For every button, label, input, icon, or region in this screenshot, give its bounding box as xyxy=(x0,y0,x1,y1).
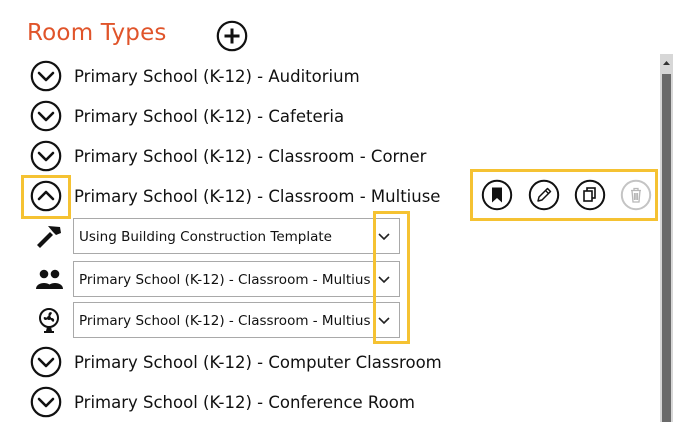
room-type-row[interactable]: Primary School (K-12) - Cafeteria xyxy=(30,99,344,133)
room-type-label: Primary School (K-12) - Conference Room xyxy=(74,392,415,412)
dropdown-highlight xyxy=(373,211,410,344)
construction-template-select[interactable]: Using Building Construction Template xyxy=(73,218,400,254)
room-type-label: Primary School (K-12) - Auditorium xyxy=(74,66,360,86)
add-room-type-button[interactable] xyxy=(216,20,248,52)
occupancy-value: Primary School (K-12) - Classroom - Mult… xyxy=(79,272,370,288)
expand-chevron-icon[interactable] xyxy=(30,100,62,132)
expand-chevron-icon[interactable] xyxy=(30,386,62,418)
room-type-label: Primary School (K-12) - Computer Classro… xyxy=(74,352,442,372)
copy-button[interactable] xyxy=(574,179,606,211)
bookmark-button[interactable] xyxy=(481,179,513,211)
room-type-actions xyxy=(470,169,658,221)
occupancy-select[interactable]: Primary School (K-12) - Classroom - Mult… xyxy=(73,261,400,297)
people-icon xyxy=(36,269,63,289)
hvac-detail: Primary School (K-12) - Classroom - Mult… xyxy=(30,302,410,338)
scrollbar-thumb[interactable] xyxy=(662,74,671,422)
room-type-label: Primary School (K-12) - Classroom - Corn… xyxy=(74,146,427,166)
hvac-select[interactable]: Primary School (K-12) - Classroom - Mult… xyxy=(73,302,400,338)
construction-detail: Using Building Construction Template xyxy=(30,218,410,254)
expand-chevron-icon[interactable] xyxy=(30,346,62,378)
room-type-row[interactable]: Primary School (K-12) - Computer Classro… xyxy=(30,345,442,379)
scroll-up-arrow-icon[interactable] xyxy=(660,54,673,72)
hammer-icon xyxy=(37,226,61,248)
delete-button[interactable] xyxy=(620,179,652,211)
hvac-value: Primary School (K-12) - Classroom - Mult… xyxy=(79,313,370,329)
expand-chevron-icon[interactable] xyxy=(30,140,62,172)
room-type-row-expanded[interactable]: Primary School (K-12) - Classroom - Mult… xyxy=(30,179,440,213)
room-type-row[interactable]: Primary School (K-12) - Classroom - Corn… xyxy=(30,139,426,173)
edit-button[interactable] xyxy=(528,179,560,211)
collapse-chevron-icon[interactable] xyxy=(30,180,62,212)
page-title: Room Types xyxy=(27,20,167,46)
room-type-label: Primary School (K-12) - Cafeteria xyxy=(74,106,345,126)
room-type-row[interactable]: Primary School (K-12) - Conference Room xyxy=(30,385,415,419)
construction-template-value: Using Building Construction Template xyxy=(79,229,332,245)
room-type-label: Primary School (K-12) - Classroom - Mult… xyxy=(74,186,441,206)
fan-icon xyxy=(39,308,59,333)
expand-chevron-icon[interactable] xyxy=(30,60,62,92)
room-type-row[interactable]: Primary School (K-12) - Auditorium xyxy=(30,59,360,93)
occupancy-detail: Primary School (K-12) - Classroom - Mult… xyxy=(30,261,410,297)
